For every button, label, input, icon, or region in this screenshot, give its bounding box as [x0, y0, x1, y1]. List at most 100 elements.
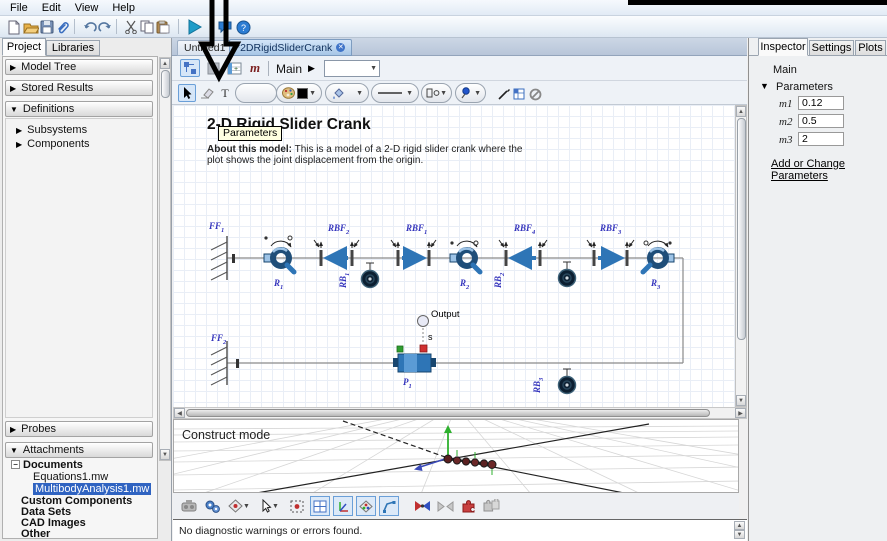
param-m2-input[interactable] — [798, 114, 844, 128]
revolute-joint-r2[interactable] — [450, 241, 480, 272]
prismatic-joint-p1[interactable] — [393, 345, 436, 372]
rigid-body-frame-rbf3[interactable] — [587, 240, 634, 266]
3d-grid-toggle-button[interactable] — [310, 496, 330, 516]
3d-machine-view-button[interactable] — [179, 496, 199, 516]
line-style-button[interactable]: ▼ — [371, 83, 419, 103]
canvas-vertical-scrollbar[interactable]: ▲ ▼ — [735, 105, 747, 407]
chevron-down-icon[interactable]: ▼ — [243, 503, 250, 510]
revolute-joint-r3[interactable] — [643, 241, 674, 272]
revolute-joint-r1[interactable] — [264, 236, 294, 272]
document-grid-button[interactable] — [511, 85, 527, 103]
scroll-down-icon[interactable]: ▼ — [734, 530, 745, 539]
scroll-up-icon[interactable]: ▲ — [160, 58, 170, 69]
subsystem-combo-input[interactable] — [325, 61, 367, 76]
definitions-item-subsystems[interactable]: ▶Subsystems — [16, 124, 87, 136]
equations-button[interactable]: m — [246, 59, 264, 77]
attachments-folder-other[interactable]: Other — [21, 528, 50, 540]
output-probe[interactable]: Output s — [418, 309, 460, 344]
3d-select-mode-button[interactable]: ▼ — [256, 496, 284, 516]
new-file-icon[interactable] — [5, 18, 23, 36]
param-m3-label: m3 — [779, 134, 792, 146]
3d-playback-view[interactable]: Construct mode — [173, 419, 739, 493]
select-tool-button[interactable] — [178, 84, 196, 102]
menu-view[interactable]: View — [68, 1, 106, 15]
3d-gears-settings-button[interactable] — [202, 496, 222, 516]
collapse-box-icon[interactable]: − — [11, 460, 20, 469]
panel-definitions[interactable]: ▼Definitions — [5, 101, 153, 117]
panel-model-tree[interactable]: ▶Model Tree — [5, 59, 153, 75]
detach-shape-button[interactable] — [481, 496, 501, 516]
eraser-tool-button[interactable] — [198, 84, 216, 102]
scroll-left-icon[interactable]: ◀ — [174, 408, 185, 418]
text-tool-button[interactable]: T — [217, 84, 233, 102]
scroll-up-icon[interactable]: ▲ — [734, 521, 745, 530]
scroll-down-icon[interactable]: ▼ — [160, 449, 170, 460]
attach-icon[interactable] — [54, 18, 72, 36]
pin-annotation-button[interactable]: ▼ — [455, 83, 486, 103]
svg-text:P1: P1 — [403, 377, 412, 390]
model-canvas[interactable]: 2-D Rigid Slider Crank About this model:… — [173, 105, 735, 407]
tab-settings[interactable]: Settings — [809, 40, 854, 56]
param-m1-input[interactable] — [798, 96, 844, 110]
canvas-horizontal-scrollbar[interactable]: ◀ ▶ — [173, 407, 747, 419]
pen-annotation-button[interactable] — [495, 85, 511, 103]
3d-gizmo-mode-button[interactable]: ▼ — [225, 496, 253, 516]
redo-icon[interactable] — [96, 18, 114, 36]
menu-edit[interactable]: Edit — [35, 1, 68, 15]
panel-probes[interactable]: ▶Probes — [5, 421, 153, 437]
canvas-hscroll-thumb[interactable] — [186, 409, 710, 417]
subsystem-combobox[interactable]: ▼ — [324, 60, 380, 77]
canvas-scroll-thumb[interactable] — [737, 118, 746, 340]
rigid-body-frame-rbf1[interactable] — [391, 240, 436, 266]
rigid-body-rb2[interactable] — [559, 262, 576, 287]
3d-com-toggle-button[interactable] — [356, 496, 376, 516]
panel-attachments[interactable]: ▼Attachments — [5, 442, 153, 458]
paste-icon[interactable] — [154, 18, 172, 36]
collapsed-triangle-icon: ▶ — [10, 425, 16, 434]
add-change-parameters-link[interactable]: Add or Change Parameters — [771, 158, 887, 182]
color-picker-button[interactable]: ▼ — [276, 83, 322, 103]
tab-libraries[interactable]: Libraries — [46, 40, 100, 56]
tab-project[interactable]: Project — [2, 38, 46, 56]
hidden-toolbar-button[interactable] — [235, 83, 277, 103]
fixed-frame-ff2[interactable] — [211, 341, 227, 385]
fill-color-button[interactable]: ▼ — [325, 83, 369, 103]
parameters-section-header[interactable]: Parameters — [776, 81, 833, 93]
model-title-block[interactable]: 2-D Rigid Slider Crank About this model:… — [207, 116, 523, 166]
sidebar-scroll-thumb[interactable] — [161, 70, 170, 98]
rigid-body-frame-rbf2[interactable] — [314, 240, 359, 266]
3d-axes-toggle-button[interactable] — [333, 496, 353, 516]
rigid-body-frame-rbf4[interactable] — [499, 240, 547, 266]
step-arrows-button[interactable] — [435, 496, 455, 516]
tab-2drigidslidercrank[interactable]: *2DRigidSliderCrank ✕ — [229, 39, 352, 56]
attachments-root-documents[interactable]: −Documents — [11, 459, 83, 471]
param-m3-input[interactable] — [798, 132, 844, 146]
menu-file[interactable]: File — [3, 1, 35, 15]
attach-shape-button[interactable] — [458, 496, 478, 516]
3d-selection-box-button[interactable] — [287, 496, 307, 516]
sidebar-scrollbar[interactable]: ▲ ▼ — [159, 57, 171, 461]
chevron-down-icon[interactable]: ▼ — [272, 503, 279, 510]
attachment-file[interactable]: Equations1.mw — [33, 471, 108, 483]
panel-stored-results[interactable]: ▶Stored Results — [5, 80, 153, 96]
attachment-file-selected[interactable]: MultibodyAnalysis1.mw — [33, 483, 151, 495]
definitions-item-components[interactable]: ▶Components — [16, 138, 90, 150]
rigid-body-rb1[interactable] — [362, 263, 379, 288]
tab-inspector[interactable]: Inspector — [758, 38, 808, 56]
rigid-body-rb3[interactable] — [559, 369, 576, 394]
line-end-style-button[interactable]: ▼ — [421, 83, 452, 103]
fixed-frame-ff1[interactable] — [211, 236, 227, 280]
scroll-up-icon[interactable]: ▲ — [736, 106, 746, 117]
scroll-right-icon[interactable]: ▶ — [735, 408, 746, 418]
tab-plots[interactable]: Plots — [855, 40, 886, 56]
menu-help[interactable]: Help — [105, 1, 142, 15]
chevron-down-icon[interactable]: ▼ — [370, 65, 377, 72]
playback-toggle-button[interactable] — [412, 496, 432, 516]
expanded-triangle-icon[interactable]: ▼ — [760, 81, 769, 91]
no-style-button[interactable] — [527, 85, 543, 103]
diagnostics-scrollbar[interactable]: ▲ ▼ — [734, 521, 745, 539]
breadcrumb[interactable]: Main — [276, 62, 302, 76]
close-tab-icon[interactable]: ✕ — [336, 43, 345, 52]
3d-joints-toggle-button[interactable] — [379, 496, 399, 516]
scroll-down-icon[interactable]: ▼ — [736, 395, 746, 406]
